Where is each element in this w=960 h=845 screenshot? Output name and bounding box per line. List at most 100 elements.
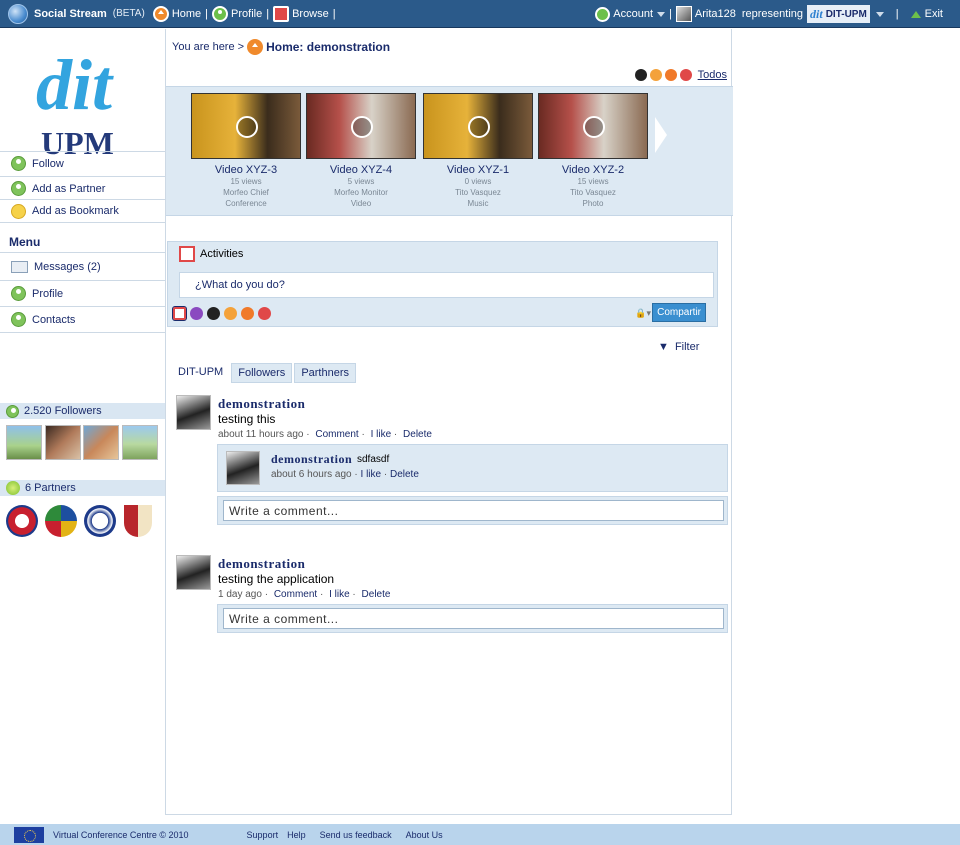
brand-name: Social Stream xyxy=(34,7,107,20)
play-icon[interactable] xyxy=(241,307,254,320)
play-icon[interactable] xyxy=(664,69,677,81)
link-icon[interactable] xyxy=(190,307,203,320)
slides-icon[interactable] xyxy=(224,307,237,320)
partner-logo[interactable] xyxy=(124,505,152,537)
footer-link-help[interactable]: Help xyxy=(287,830,306,840)
photo-icon xyxy=(583,116,605,138)
nav-browse[interactable]: Browse xyxy=(273,5,329,22)
followers-header[interactable]: 2.520 Followers xyxy=(0,403,165,419)
menu-item-contacts-label: Contacts xyxy=(32,313,76,326)
menu-item-contacts[interactable]: Contacts xyxy=(0,306,165,333)
post-avatar[interactable] xyxy=(176,395,211,430)
video-title[interactable]: Video XYZ-4 xyxy=(306,164,416,176)
video-thumbnail[interactable] xyxy=(423,93,533,159)
video-thumbnail[interactable] xyxy=(191,93,301,159)
activities-icon xyxy=(179,246,195,262)
filter-toggle[interactable]: ▼ Filter xyxy=(658,341,699,353)
video-thumbnail[interactable] xyxy=(306,93,416,159)
brand[interactable]: Social Stream (BETA) xyxy=(8,3,145,24)
partner-logo[interactable] xyxy=(6,505,38,537)
camera-icon[interactable] xyxy=(634,69,647,81)
video-title[interactable]: Video XYZ-1 xyxy=(423,164,533,176)
menu-item-messages-label: Messages (2) xyxy=(34,260,101,273)
like-link[interactable]: I like xyxy=(371,429,392,440)
delete-link[interactable]: Delete xyxy=(362,589,391,600)
exit-arrow-icon xyxy=(910,10,921,18)
partners-header[interactable]: 6 Partners xyxy=(0,480,165,496)
slides-icon[interactable] xyxy=(649,69,662,81)
video-thumbnail[interactable] xyxy=(538,93,648,159)
carousel-next-arrow-icon[interactable] xyxy=(655,117,667,153)
exit-link[interactable]: Exit xyxy=(910,8,943,20)
follower-avatar[interactable] xyxy=(45,425,81,460)
partners-icon xyxy=(6,481,20,495)
brand-beta: (BETA) xyxy=(112,8,145,19)
breadcrumb-prefix: You are here > xyxy=(172,41,245,53)
footer-link-about[interactable]: About Us xyxy=(406,830,443,840)
share-button[interactable]: Compartir xyxy=(652,303,706,322)
comment-author[interactable]: demonstration xyxy=(271,452,352,467)
video-card[interactable]: Video XYZ-1 0 views Tito Vasquez Music xyxy=(423,93,533,209)
video-title[interactable]: Video XYZ-3 xyxy=(191,164,301,176)
video-title[interactable]: Video XYZ-2 xyxy=(538,164,648,176)
video-card[interactable]: Video XYZ-4 5 views Morfeo Monitor Video xyxy=(306,93,416,209)
tab-dit-upm[interactable]: DIT-UPM xyxy=(172,363,229,383)
chevron-down-icon[interactable] xyxy=(875,11,884,17)
nav-home-label: Home xyxy=(171,7,202,20)
follower-avatar[interactable] xyxy=(122,425,158,460)
followers-icon xyxy=(6,404,19,418)
footer-link-feedback[interactable]: Send us feedback xyxy=(320,830,392,840)
menu-item-messages[interactable]: Messages (2) xyxy=(0,252,165,280)
nav-profile[interactable]: Profile xyxy=(212,5,262,22)
music-icon[interactable] xyxy=(258,307,271,320)
account-menu[interactable]: Account xyxy=(595,6,666,22)
comment-delete-link[interactable]: Delete xyxy=(390,469,419,480)
video-views: 15 views xyxy=(230,177,262,186)
todos-link[interactable]: Todos xyxy=(698,69,727,81)
follower-avatar[interactable] xyxy=(6,425,42,460)
user-menu[interactable]: Arita128 xyxy=(675,6,736,22)
partner-logo[interactable] xyxy=(84,505,116,537)
privacy-lock-icon[interactable]: 🔒▾ xyxy=(635,308,651,319)
comment-input[interactable]: Write a comment... xyxy=(223,608,724,629)
post-author[interactable]: demonstration xyxy=(218,556,305,572)
music-icon[interactable] xyxy=(679,69,692,81)
follow-button[interactable]: Follow xyxy=(0,151,165,175)
nav-separator: | xyxy=(266,7,270,20)
nav-home[interactable]: Home xyxy=(152,5,202,22)
tab-partners[interactable]: Parthners xyxy=(294,363,357,383)
post-author[interactable]: demonstration xyxy=(218,396,305,412)
partner-logo[interactable] xyxy=(45,505,77,537)
comment-like-link[interactable]: I like xyxy=(361,469,382,480)
comment-link[interactable]: Comment xyxy=(315,429,358,440)
comment-link[interactable]: Comment xyxy=(274,589,317,600)
comment-avatar[interactable] xyxy=(226,451,260,485)
add-bookmark-button[interactable]: Add as Bookmark xyxy=(0,199,165,223)
activities-title: Activities xyxy=(200,248,244,260)
video-card[interactable]: Video XYZ-2 15 views Tito Vasquez Photo xyxy=(538,93,648,209)
representing-selector[interactable]: dit DIT-UPM xyxy=(807,5,870,23)
like-link[interactable]: I like xyxy=(329,589,350,600)
account-label: Account xyxy=(613,8,654,20)
activity-post: demonstration testing the application 1 … xyxy=(176,555,728,635)
menu-item-profile[interactable]: Profile xyxy=(0,280,165,306)
representing-label: representing xyxy=(741,8,804,20)
page-title: Home: demonstration xyxy=(266,40,391,54)
delete-link[interactable]: Delete xyxy=(403,429,432,440)
post-avatar[interactable] xyxy=(176,555,211,590)
camera-icon[interactable] xyxy=(207,307,220,320)
follower-avatar[interactable] xyxy=(83,425,119,460)
nav-separator: | xyxy=(669,8,672,20)
text-post-icon[interactable] xyxy=(172,306,187,321)
activity-input[interactable]: ¿What do you do? xyxy=(179,272,714,298)
add-partner-button[interactable]: Add as Partner xyxy=(0,176,165,200)
video-card[interactable]: Video XYZ-3 15 views Morfeo Chief Confer… xyxy=(191,93,301,209)
comment-text: sdfasdf xyxy=(357,454,390,465)
camera-icon xyxy=(236,116,258,138)
comment-input[interactable]: Write a comment... xyxy=(223,500,724,521)
home-icon xyxy=(247,39,264,55)
tab-followers[interactable]: Followers xyxy=(231,363,293,383)
footer-link-support[interactable]: Support xyxy=(247,830,279,840)
post-meta: 1 day ago · Comment · I like · Delete xyxy=(218,589,391,600)
video-views: 0 views xyxy=(464,177,492,186)
